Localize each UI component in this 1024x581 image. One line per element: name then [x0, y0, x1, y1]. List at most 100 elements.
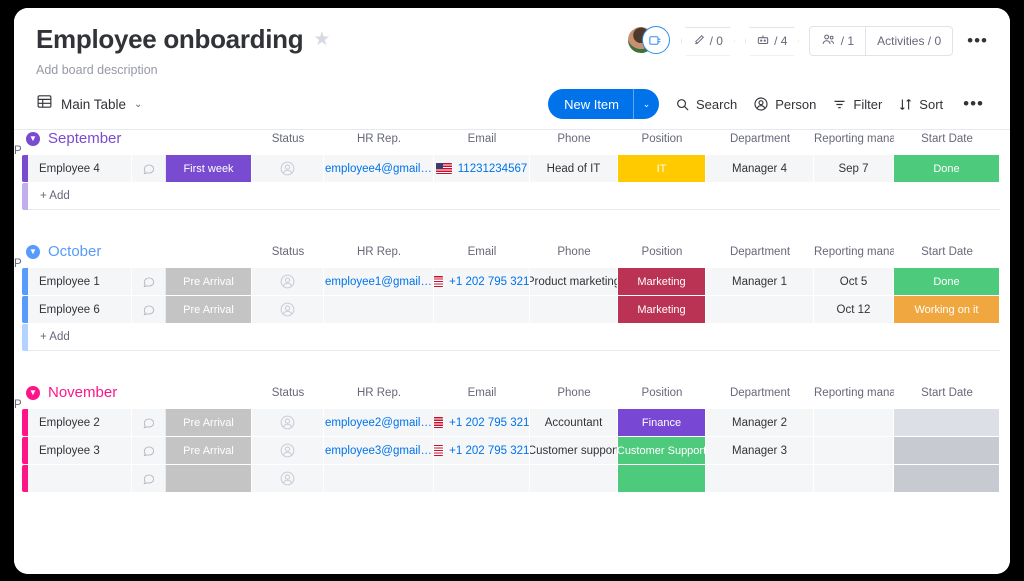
column-header-status[interactable]: Status [252, 133, 324, 145]
integrations-pill[interactable]: / 0 [681, 27, 735, 56]
hr-rep-cell[interactable] [252, 268, 324, 295]
board-presence-icon[interactable] [642, 26, 670, 54]
board-description[interactable]: Add board description [36, 63, 988, 77]
hr-rep-cell[interactable] [252, 155, 324, 182]
table-row[interactable]: Employee 3 Pre Arrival employee3@gmail…+1 … [14, 437, 1010, 464]
phone-cell[interactable]: +1 202 795 3213 [434, 268, 530, 295]
email-cell[interactable]: employee1@gmail… [324, 268, 434, 295]
hr-rep-cell[interactable] [252, 409, 324, 436]
column-header-phone[interactable]: Phone [530, 387, 618, 399]
workspace-cell[interactable] [894, 409, 1000, 436]
row-name-cell[interactable]: Employee 4 [28, 155, 132, 182]
column-header-hr-rep-[interactable]: HR Rep. [324, 133, 434, 145]
table-row[interactable] [14, 465, 1010, 492]
email-cell[interactable]: employee4@gmail… [324, 155, 434, 182]
email-cell[interactable] [324, 465, 434, 492]
row-name-cell[interactable] [28, 465, 132, 492]
column-header-status[interactable]: Status [252, 387, 324, 399]
column-header-department[interactable]: Department [706, 387, 814, 399]
column-header-phone[interactable]: Phone [530, 133, 618, 145]
avatar-group[interactable] [627, 26, 671, 56]
column-header-department[interactable]: Department [706, 133, 814, 145]
reporting-manager-cell[interactable]: Manager 2 [706, 409, 814, 436]
phone-cell[interactable] [434, 296, 530, 323]
email-cell[interactable]: employee2@gmail… [324, 409, 434, 436]
position-cell[interactable] [530, 296, 618, 323]
table-row[interactable]: Employee 4First weekemployee4@gmail…1123… [14, 155, 1010, 182]
position-cell[interactable]: Accountant [530, 409, 618, 436]
row-name-cell[interactable]: Employee 6 [28, 296, 132, 323]
star-icon[interactable]: ★ [313, 30, 330, 49]
department-cell[interactable]: Customer Support [618, 437, 706, 464]
column-header-start-date[interactable]: Start Date [894, 246, 1000, 258]
reporting-manager-cell[interactable]: Manager 3 [706, 437, 814, 464]
start-date-cell[interactable] [814, 409, 894, 436]
email-cell[interactable]: employee3@gmail… [324, 437, 434, 464]
column-header-status[interactable]: Status [252, 246, 324, 258]
chevron-down-icon[interactable]: ▼ [26, 386, 40, 400]
email-cell[interactable] [324, 296, 434, 323]
workspace-cell[interactable]: Done [894, 155, 1000, 182]
chevron-down-icon[interactable]: ⌄ [134, 99, 142, 110]
status-cell[interactable]: Pre Arrival [166, 268, 252, 295]
new-item-dropdown-icon[interactable]: ⌄ [633, 89, 659, 119]
start-date-cell[interactable]: Oct 5 [814, 268, 894, 295]
new-item-button[interactable]: New Item ⌄ [548, 89, 659, 119]
department-cell[interactable]: Finance [618, 409, 706, 436]
toolbar-more-options-button[interactable]: ••• [959, 97, 988, 111]
add-item-label[interactable]: + Add [28, 324, 1000, 351]
workspace-cell[interactable] [894, 465, 1000, 492]
add-item-row[interactable]: + Add [14, 183, 1010, 210]
person-filter-button[interactable]: Person [753, 96, 816, 112]
table-row[interactable]: Employee 1Pre Arrivalemployee1@gmail…+1 … [14, 268, 1010, 295]
column-header-email[interactable]: Email [434, 133, 530, 145]
row-name-cell[interactable]: Employee 2 [28, 409, 132, 436]
search-button[interactable]: Search [675, 97, 737, 112]
column-header-department[interactable]: Department [706, 246, 814, 258]
column-header-phone[interactable]: Phone [530, 246, 618, 258]
column-header-hr-rep-[interactable]: HR Rep. [324, 246, 434, 258]
row-conversation-button[interactable] [132, 409, 166, 436]
filter-button[interactable]: Filter [832, 97, 882, 112]
row-conversation-button[interactable] [132, 296, 166, 323]
position-cell[interactable]: Product marketing [530, 268, 618, 295]
row-name-cell[interactable]: Employee 3 [28, 437, 132, 464]
reporting-manager-cell[interactable] [706, 465, 814, 492]
reporting-manager-cell[interactable]: Manager 1 [706, 268, 814, 295]
column-header-start-date[interactable]: Start Date [894, 133, 1000, 145]
activities-button[interactable]: Activities / 0 [865, 27, 952, 55]
column-header-reporting-manager[interactable]: Reporting manager [814, 133, 894, 145]
row-conversation-button[interactable] [132, 437, 166, 464]
status-cell[interactable]: Pre Arrival [166, 437, 252, 464]
department-cell[interactable] [618, 465, 706, 492]
group-title[interactable]: ▼November [22, 384, 166, 401]
row-conversation-button[interactable] [132, 465, 166, 492]
column-header-reporting-manager[interactable]: Reporting manager [814, 246, 894, 258]
group-title[interactable]: ▼October [22, 243, 166, 260]
start-date-cell[interactable]: Sep 7 [814, 155, 894, 182]
workspace-cell[interactable] [894, 437, 1000, 464]
start-date-cell[interactable] [814, 465, 894, 492]
vertical-scrollbar[interactable] [1006, 8, 1010, 574]
row-conversation-button[interactable] [132, 155, 166, 182]
phone-cell[interactable]: 11231234567 [434, 155, 530, 182]
phone-cell[interactable] [434, 465, 530, 492]
add-item-label[interactable]: + Add [28, 183, 1000, 210]
workspace-cell[interactable]: Working on it [894, 296, 1000, 323]
chevron-down-icon[interactable]: ▼ [26, 245, 40, 259]
position-cell[interactable] [530, 465, 618, 492]
sort-button[interactable]: Sort [898, 97, 943, 112]
column-header-position[interactable]: Position [618, 387, 706, 399]
start-date-cell[interactable] [814, 437, 894, 464]
row-conversation-button[interactable] [132, 268, 166, 295]
status-cell[interactable] [166, 465, 252, 492]
column-header-start-date[interactable]: Start Date [894, 387, 1000, 399]
column-header-email[interactable]: Email [434, 387, 530, 399]
hr-rep-cell[interactable] [252, 437, 324, 464]
workspace-cell[interactable]: Done [894, 268, 1000, 295]
phone-cell[interactable]: +1 202 795 3213 [434, 437, 530, 464]
column-header-position[interactable]: Position [618, 246, 706, 258]
chevron-down-icon[interactable]: ▼ [26, 132, 40, 146]
phone-cell[interactable]: +1 202 795 3213 [434, 409, 530, 436]
column-header-email[interactable]: Email [434, 246, 530, 258]
